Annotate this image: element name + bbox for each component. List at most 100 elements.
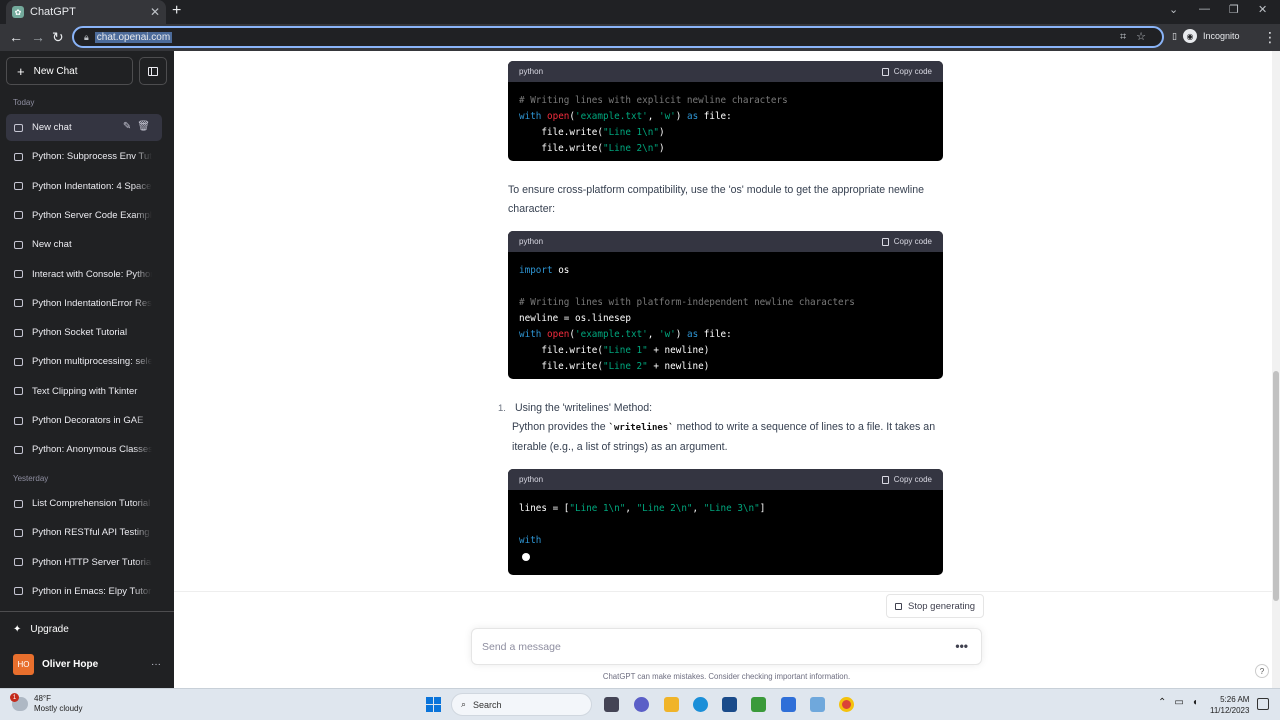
- code-line: # Writing lines with platform-independen…: [519, 295, 932, 311]
- windows-taskbar: 1 48°F Mostly cloudy ⌕ Search ⌃▭◖ 5:26 A…: [0, 688, 1280, 720]
- sidebar-chat-item[interactable]: Python Server Code Example: [6, 202, 162, 229]
- cloud-icon: 1: [10, 693, 28, 711]
- browser-tab[interactable]: ✿ ChatGPT ✕: [6, 0, 166, 24]
- bookmark-star-icon[interactable]: ⌗☆: [1120, 30, 1156, 44]
- more-icon[interactable]: ···: [151, 659, 161, 670]
- sidebar-chat-item[interactable]: Python RESTful API Testing: [6, 519, 162, 546]
- back-icon[interactable]: ←: [9, 29, 23, 45]
- scrollbar[interactable]: [1272, 51, 1280, 688]
- code-token: ,: [647, 329, 659, 340]
- sidebar-chat-item[interactable]: Python Decorators in GAE: [6, 407, 162, 434]
- sidebar-chat-item[interactable]: Python Socket Tutorial: [6, 319, 162, 346]
- code-block: python Copy code import os # Writing line…: [508, 231, 943, 379]
- scrollbar-thumb[interactable]: [1273, 371, 1279, 601]
- sidebar-chat-item[interactable]: Python HTTP Server Tutorial: [6, 549, 162, 576]
- chat-bubble-icon: [14, 328, 23, 337]
- chat-bubble-icon: [14, 387, 23, 396]
- user-menu[interactable]: HO Oliver Hope ···: [13, 654, 163, 675]
- new-chat-label: New Chat: [33, 65, 78, 77]
- code-line: with: [519, 533, 932, 549]
- sidebar-chat-item[interactable]: Python Indentation: 4 Spaces: [6, 173, 162, 200]
- incognito-indicator[interactable]: ▯ ◉ Incognito: [1172, 29, 1239, 43]
- close-tab-icon[interactable]: ✕: [150, 5, 160, 19]
- restore-button[interactable]: ❐: [1229, 3, 1239, 16]
- stop-generating-label: Stop generating: [908, 600, 976, 612]
- notepad-icon[interactable]: [751, 697, 766, 712]
- chrome-icon[interactable]: [839, 697, 854, 712]
- sidebar-chat-item[interactable]: New chat: [6, 231, 162, 258]
- new-chat-button[interactable]: + New Chat: [6, 57, 133, 85]
- sidebar-chat-item[interactable]: Python multiprocessing: sele: [6, 348, 162, 375]
- copy-code-button[interactable]: Copy code: [881, 237, 932, 246]
- upgrade-label: Upgrade: [30, 624, 69, 635]
- clock[interactable]: 5:26 AM 11/12/2023: [1210, 694, 1249, 716]
- browser-menu-icon[interactable]: ⋮: [1263, 29, 1277, 46]
- sidebar-chat-item[interactable]: Python: Subprocess Env Tuto: [6, 143, 162, 170]
- copy-code-button[interactable]: Copy code: [881, 67, 932, 76]
- sidebar-chat-item[interactable]: Python in Emacs: Elpy Tutori: [6, 578, 162, 605]
- chatgpt-logo-icon: ✿: [12, 6, 24, 18]
- code-token: "Line 1\n": [569, 503, 626, 514]
- edit-delete-icons[interactable]: ✎🗑︎: [123, 121, 156, 132]
- address-bar[interactable]: 🔒︎ chat.openai.com ⌗☆: [72, 26, 1164, 48]
- code-token: 'w': [658, 111, 676, 122]
- message-input[interactable]: Send a message •••: [471, 628, 982, 665]
- streaming-cursor: [522, 553, 530, 561]
- code-token: ]: [759, 503, 766, 514]
- close-window-button[interactable]: ✕: [1258, 3, 1267, 16]
- copy-code-button[interactable]: Copy code: [881, 475, 932, 484]
- clipboard-icon: [881, 67, 889, 76]
- code-content: lines = ["Line 1\n", "Line 2\n", "Line 3…: [508, 490, 943, 553]
- sidebar-chat-item[interactable]: List Comprehension Tutorial: [6, 490, 162, 517]
- sidebar-chat-item[interactable]: Interact with Console: Python: [6, 261, 162, 288]
- copy-code-label: Copy code: [893, 67, 932, 76]
- code-token: + newline): [647, 361, 710, 372]
- new-tab-button[interactable]: +: [172, 2, 181, 20]
- incognito-icon: ◉: [1182, 29, 1197, 43]
- sidebar-chat-item[interactable]: New chat ✎🗑︎: [6, 114, 162, 141]
- code-token: ,: [625, 503, 637, 514]
- notifications-icon[interactable]: [1257, 698, 1269, 710]
- code-token: file:: [698, 329, 732, 340]
- chat-bubble-icon: [14, 211, 23, 220]
- stop-generating-button[interactable]: Stop generating: [886, 594, 985, 618]
- list-item: 1. Using the 'writelines' Method:: [498, 399, 938, 418]
- windows-start-icon[interactable]: [426, 697, 441, 712]
- upgrade-button[interactable]: ✦ Upgrade: [13, 624, 69, 635]
- code-line: lines = ["Line 1\n", "Line 2\n", "Line 3…: [519, 501, 932, 517]
- task-view-icon[interactable]: [604, 697, 619, 712]
- vpn-icon[interactable]: [781, 697, 796, 712]
- file-explorer-icon[interactable]: [664, 697, 679, 712]
- reload-icon[interactable]: ↻: [52, 29, 64, 46]
- tab-search-icon[interactable]: ⌄: [1169, 3, 1178, 16]
- minimize-button[interactable]: —: [1199, 3, 1210, 15]
- clock-time: 5:26 AM: [1220, 695, 1250, 704]
- teams-chat-icon[interactable]: [634, 697, 649, 712]
- browser-tab-bar: ✿ ChatGPT ✕ + ⌄ — ❐ ✕: [0, 0, 1280, 24]
- chat-title: Python Decorators in GAE: [32, 415, 144, 426]
- system-tray-icons[interactable]: ⌃▭◖: [1158, 697, 1206, 708]
- store-icon[interactable]: [722, 697, 737, 712]
- photos-icon[interactable]: [810, 697, 825, 712]
- group-label-today: Today: [13, 98, 35, 107]
- code-line: with open('example.txt', 'w') as file:: [519, 109, 932, 125]
- sidebar-chat-item[interactable]: Python IndentationError Res: [6, 290, 162, 317]
- close-sidebar-button[interactable]: [139, 57, 167, 85]
- code-block: python Copy code lines = ["Line 1\n", "L…: [508, 469, 943, 575]
- weather-desc: Mostly cloudy: [34, 704, 83, 713]
- help-button[interactable]: ?: [1255, 664, 1269, 678]
- chat-bubble-icon: [14, 528, 23, 537]
- chat-bubble-icon: [14, 299, 23, 308]
- weather-widget[interactable]: 1 48°F Mostly cloudy: [10, 693, 83, 714]
- taskbar-search[interactable]: ⌕ Search: [451, 693, 592, 716]
- notification-badge: 1: [10, 693, 19, 702]
- sidebar-chat-item[interactable]: Text Clipping with Tkinter: [6, 378, 162, 405]
- edge-icon[interactable]: [693, 697, 708, 712]
- code-token: "Line 2\n": [602, 143, 659, 154]
- sidebar-chat-item[interactable]: Python: Anonymous Classes: [6, 436, 162, 463]
- chat-title: Python HTTP Server Tutorial: [32, 556, 152, 568]
- search-icon: ⌕: [461, 699, 467, 709]
- code-token: ,: [647, 111, 659, 122]
- sidebar-panel-icon[interactable]: ▯: [1172, 31, 1177, 42]
- forward-icon[interactable]: →: [31, 29, 45, 45]
